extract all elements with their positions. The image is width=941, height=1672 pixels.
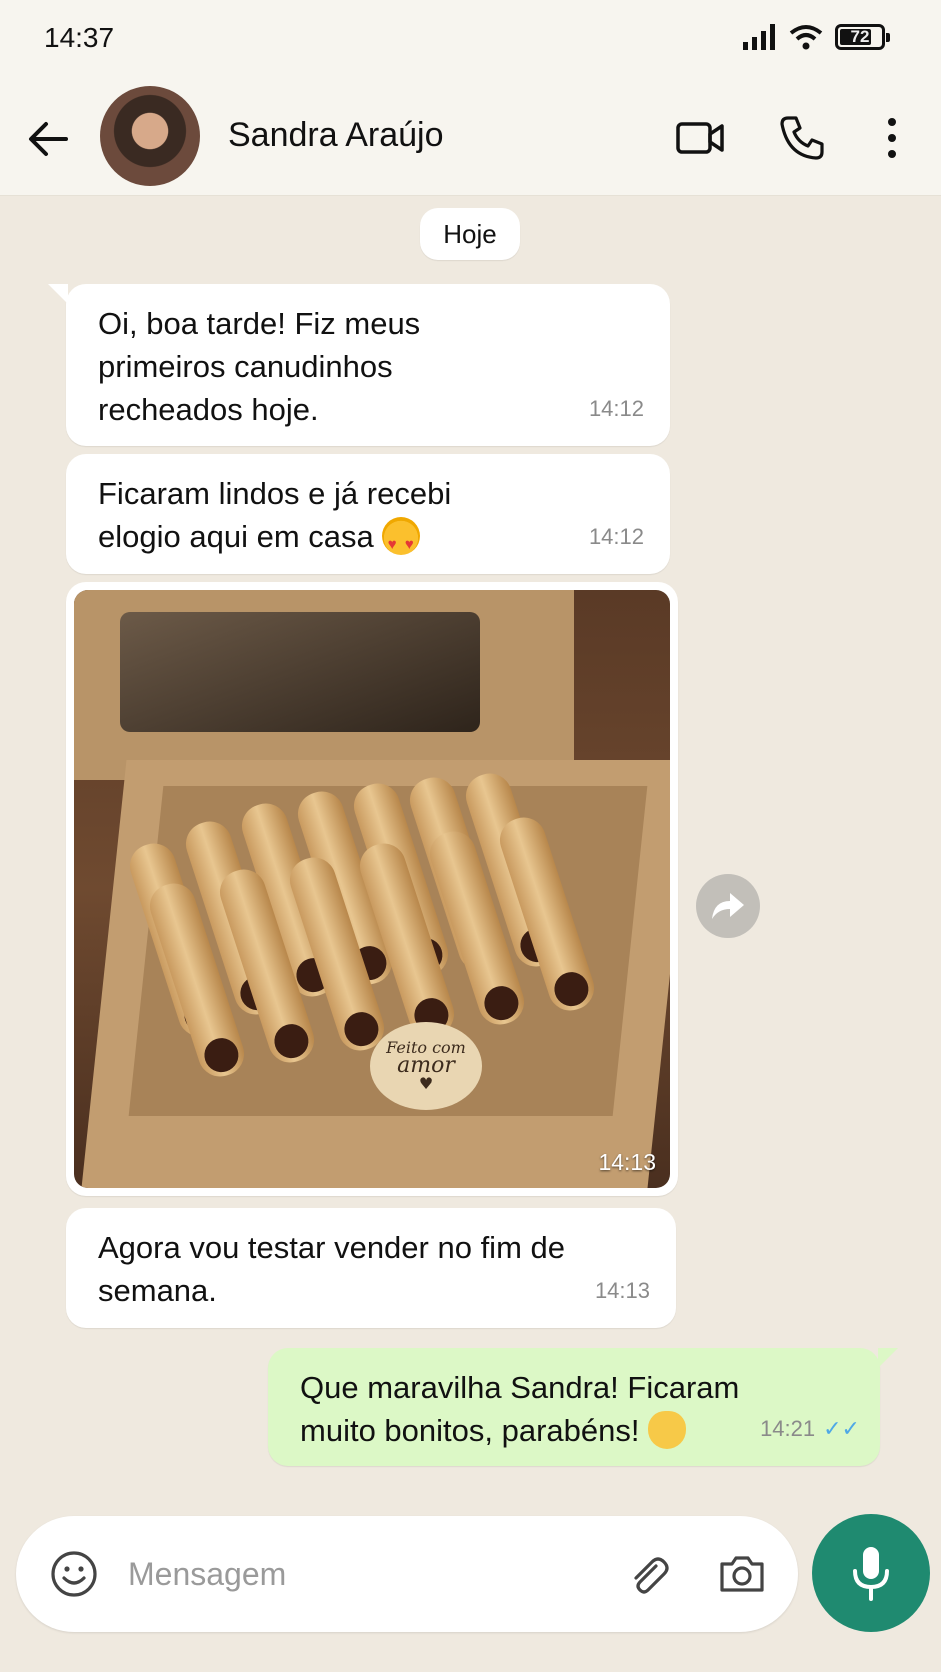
message-time: 14:13 (598, 1149, 656, 1175)
message-meta: 14:21 ✓✓ (760, 1407, 860, 1450)
date-pill: Hoje (420, 208, 520, 260)
double-check-read-icon: ✓✓ (823, 1416, 860, 1441)
status-bar: 14:37 72 (0, 0, 941, 80)
message-text: Oi, boa tarde! Fiz meus primeiros canudi… (98, 306, 421, 427)
message-composer (16, 1516, 798, 1632)
message-incoming[interactable]: Oi, boa tarde! Fiz meus primeiros canudi… (48, 284, 670, 446)
emoji-icon[interactable] (48, 1548, 100, 1600)
more-vertical-icon[interactable] (866, 112, 918, 164)
message-incoming[interactable]: Ficaram lindos e já recebi elogio aqui e… (66, 454, 670, 574)
forward-button[interactable] (696, 874, 760, 938)
message-time: 14:12 (588, 524, 644, 549)
forward-icon (712, 893, 744, 919)
message-input[interactable] (128, 1544, 608, 1604)
message-incoming[interactable]: Agora vou testar vender no fim de semana… (66, 1208, 676, 1328)
seal-sticker: Feito com amor ♥ (370, 1022, 482, 1110)
battery-icon: 72 (835, 24, 890, 50)
message-time: 14:21 (760, 1416, 816, 1441)
chat-area[interactable]: Hoje Oi, boa tarde! Fiz meus primeiros c… (0, 196, 941, 1512)
message-time: 14:13 (594, 1278, 650, 1303)
battery-level: 72 (850, 27, 870, 46)
message-time: 14:12 (588, 396, 644, 421)
signal-icon (743, 24, 775, 50)
phone-icon[interactable] (776, 112, 828, 164)
message-text: Agora vou testar vender no fim de semana… (98, 1230, 565, 1308)
box-lid (74, 590, 574, 780)
message-text-wrap: Que maravilha Sandra! Ficaram muito boni… (300, 1366, 740, 1452)
seal-heart-icon: ♥ (418, 1074, 434, 1093)
microphone-icon (853, 1547, 889, 1601)
chat-header: Sandra Araújo (0, 80, 941, 196)
status-time: 14:37 (44, 22, 115, 53)
seal-line-2: amor (397, 1053, 455, 1078)
microphone-button[interactable] (812, 1514, 930, 1632)
photo[interactable]: Feito com amor ♥ 14:13 (74, 590, 670, 1188)
heart-eyes-emoji-icon (381, 517, 420, 566)
contact-name[interactable]: Sandra Araújo (228, 116, 444, 155)
clapping-hands-emoji-icon (647, 1411, 686, 1449)
avatar[interactable] (100, 86, 200, 186)
arrow-left-icon[interactable] (26, 116, 72, 162)
message-outgoing[interactable]: Que maravilha Sandra! Ficaram muito boni… (268, 1348, 898, 1466)
status-icons: 72 (743, 24, 890, 50)
camera-icon[interactable] (716, 1548, 768, 1600)
image-message[interactable]: Feito com amor ♥ 14:13 (66, 582, 678, 1196)
box-window (120, 612, 480, 732)
message-text-wrap: Ficaram lindos e já recebi elogio aqui e… (98, 472, 528, 566)
wifi-icon (789, 25, 823, 50)
paperclip-icon[interactable] (622, 1548, 674, 1600)
video-camera-icon[interactable] (674, 112, 726, 164)
